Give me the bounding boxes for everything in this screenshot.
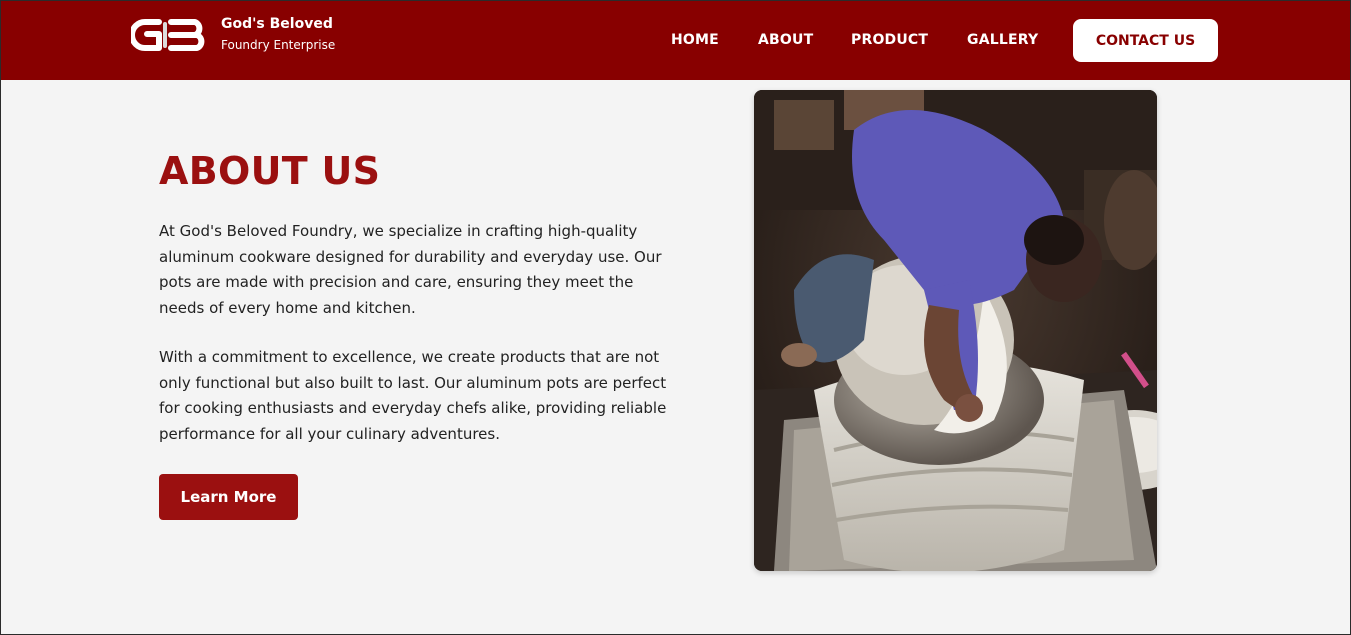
about-title: ABOUT US (159, 149, 381, 193)
brand-subtitle: Foundry Enterprise (221, 38, 336, 52)
nav-product[interactable]: PRODUCT (851, 32, 928, 48)
brand[interactable]: God's Beloved Foundry Enterprise (131, 15, 335, 54)
about-paragraph-1: At God's Beloved Foundry, we specialize … (159, 222, 662, 318)
brand-logo-icon (131, 18, 205, 51)
brand-name: God's Beloved (221, 16, 333, 32)
nav-home[interactable]: HOME (671, 32, 719, 48)
about-paragraph-2: With a commitment to excellence, we crea… (159, 348, 667, 444)
learn-more-button[interactable]: Learn More (159, 474, 298, 520)
contact-us-button[interactable]: CONTACT US (1073, 19, 1218, 62)
nav-about[interactable]: ABOUT (758, 32, 813, 48)
header-navbar: God's Beloved Foundry Enterprise HOME AB… (1, 1, 1350, 80)
nav-gallery[interactable]: GALLERY (967, 32, 1038, 48)
foundry-worker-photo (754, 90, 1157, 571)
